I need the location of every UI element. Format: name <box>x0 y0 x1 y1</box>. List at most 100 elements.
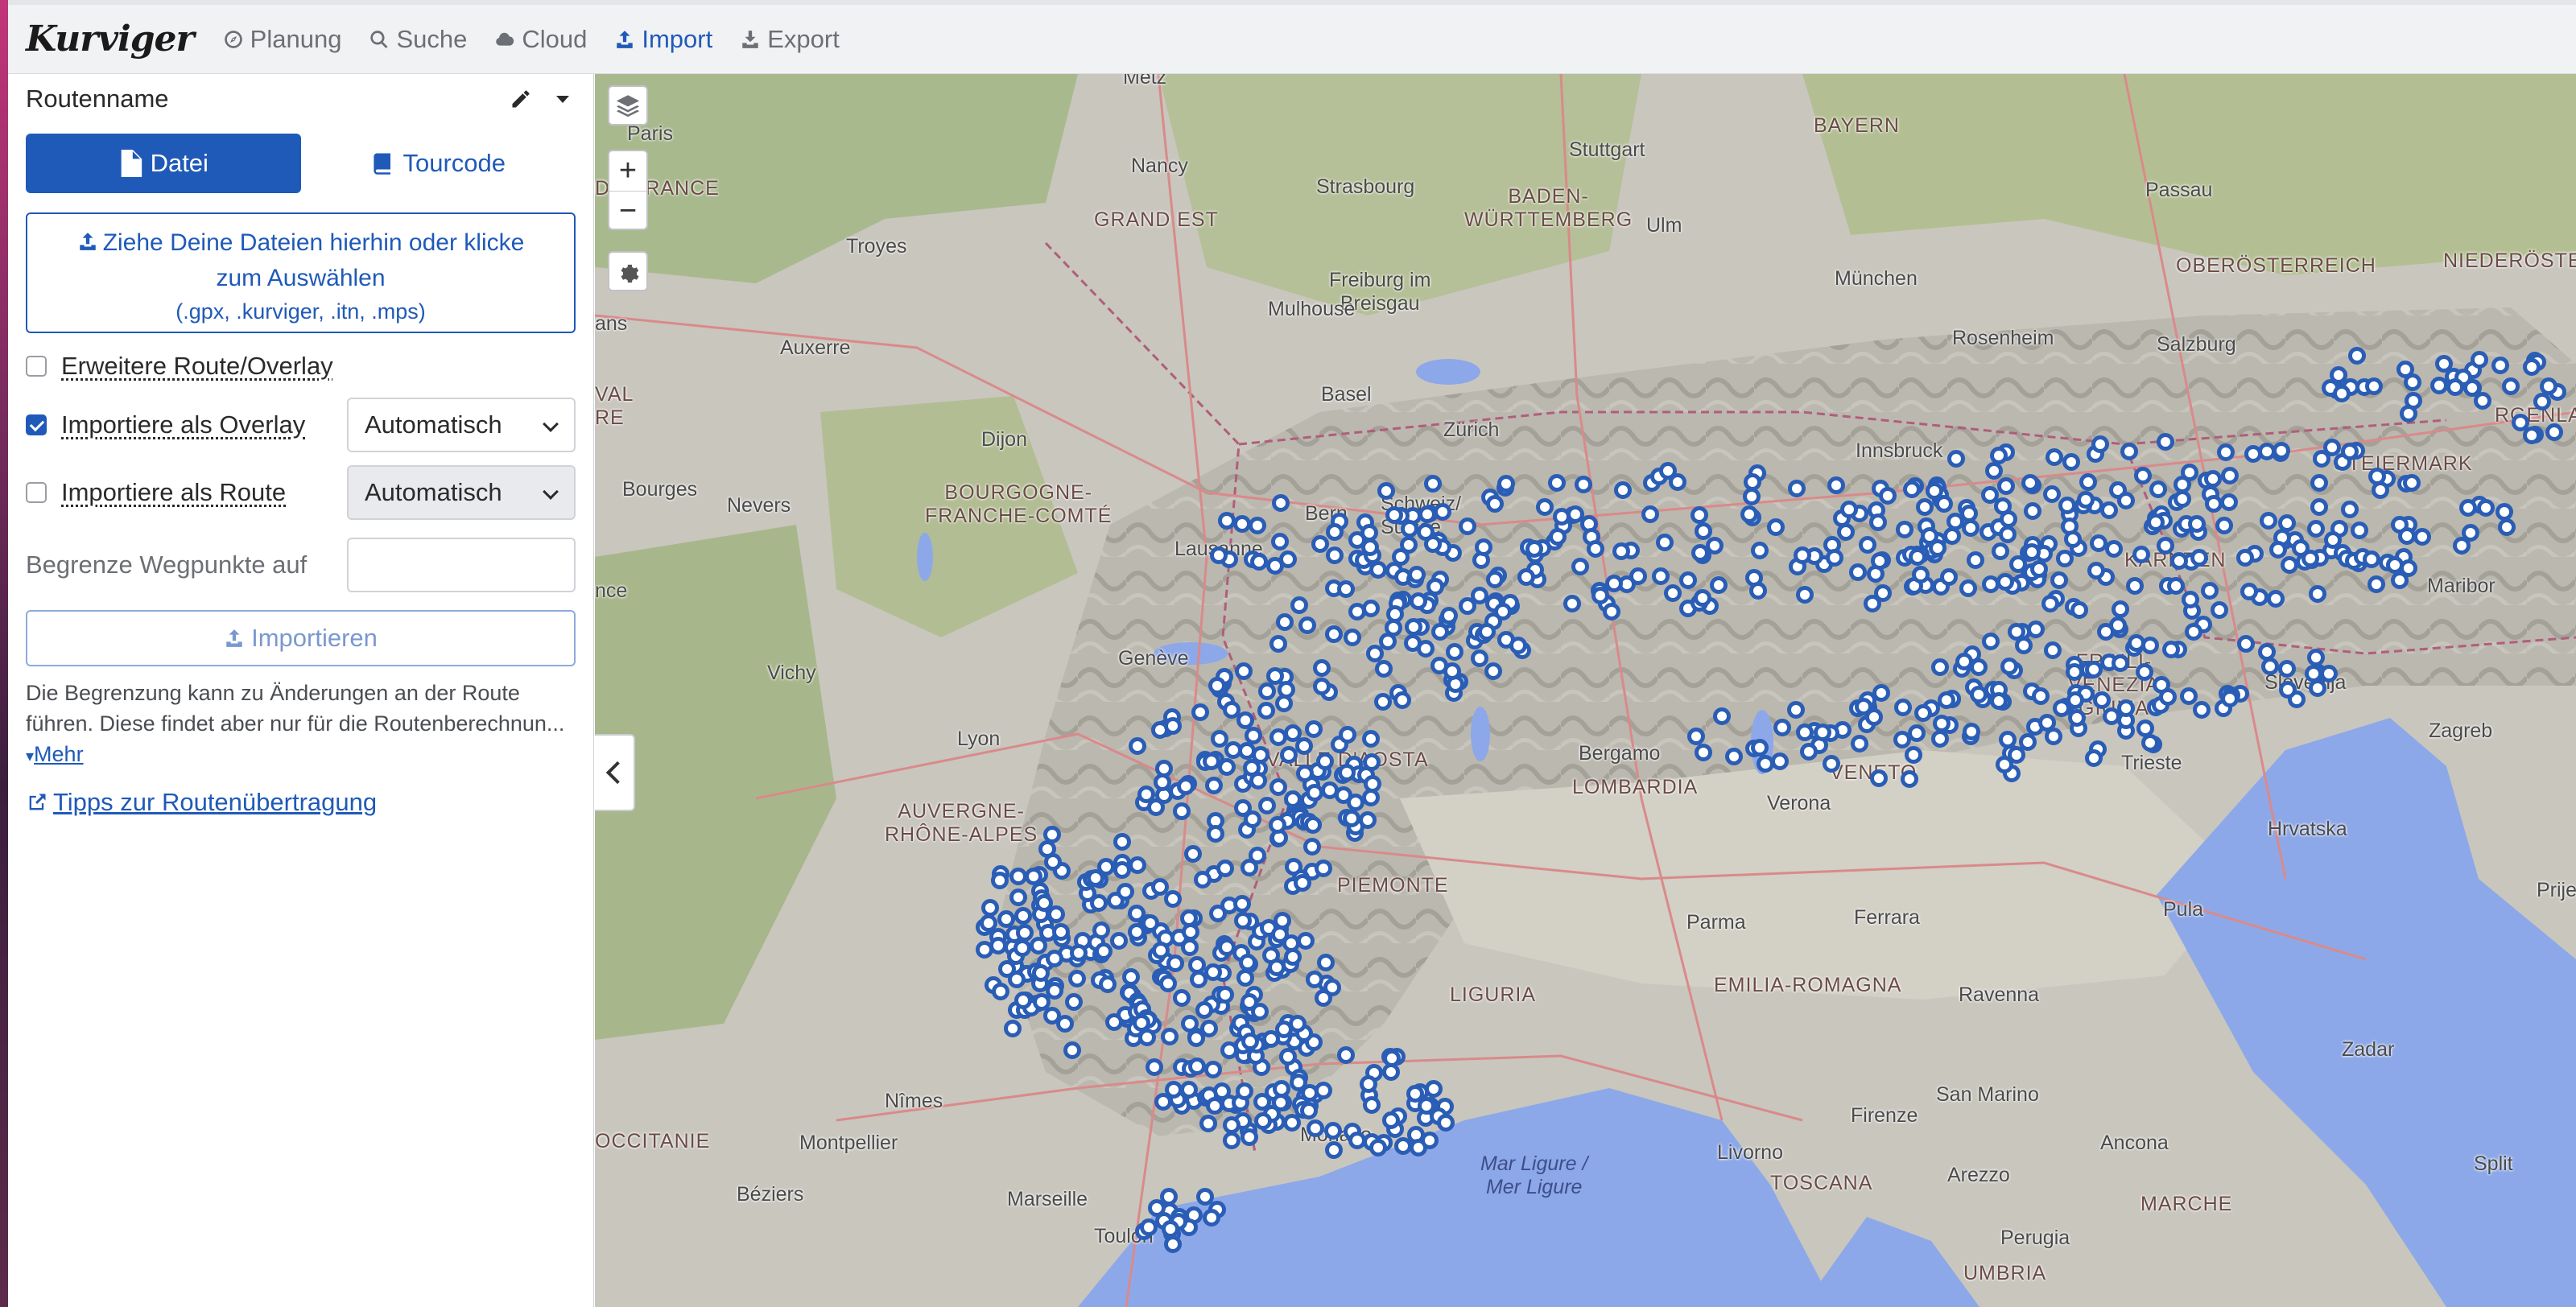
waypoint-marker[interactable] <box>2210 600 2228 619</box>
waypoint-marker[interactable] <box>1814 723 1832 741</box>
waypoint-marker[interactable] <box>1269 728 1287 746</box>
waypoint-marker[interactable] <box>1795 724 1814 742</box>
waypoint-marker[interactable] <box>1368 560 1387 579</box>
waypoint-marker[interactable] <box>1567 505 1585 523</box>
waypoint-marker[interactable] <box>1176 777 1195 796</box>
waypoint-marker[interactable] <box>2260 511 2278 530</box>
waypoint-marker[interactable] <box>1315 988 1333 1007</box>
waypoint-marker[interactable] <box>2041 594 2059 612</box>
waypoint-marker[interactable] <box>1655 534 1674 552</box>
waypoint-marker[interactable] <box>2308 678 2326 697</box>
waypoint-marker[interactable] <box>1766 517 1785 536</box>
waypoint-marker[interactable] <box>1959 579 1978 597</box>
waypoint-marker[interactable] <box>2055 550 2074 568</box>
extended-route-label[interactable]: Erweitere Route/Overlay <box>61 352 576 381</box>
waypoint-marker[interactable] <box>1113 832 1131 851</box>
waypoint-marker[interactable] <box>1348 603 1366 621</box>
waypoint-marker[interactable] <box>2220 689 2239 707</box>
waypoint-marker[interactable] <box>2413 528 2431 546</box>
layers-control[interactable] <box>608 85 648 126</box>
waypoint-marker[interactable] <box>1996 572 2014 591</box>
waypoint-marker[interactable] <box>1323 1122 1342 1140</box>
waypoint-marker[interactable] <box>2204 495 2223 513</box>
waypoint-marker[interactable] <box>1496 474 1515 493</box>
waypoint-marker[interactable] <box>990 871 1009 889</box>
waypoint-marker[interactable] <box>1998 526 2017 544</box>
waypoint-marker[interactable] <box>1248 846 1266 864</box>
waypoint-marker[interactable] <box>1604 574 1623 592</box>
waypoint-marker[interactable] <box>1180 938 1199 956</box>
waypoint-marker[interactable] <box>2100 501 2119 519</box>
waypoint-marker[interactable] <box>1067 970 1086 988</box>
route-menu-caret-icon[interactable] <box>556 95 569 103</box>
nav-suche[interactable]: Suche <box>369 25 467 54</box>
waypoint-marker[interactable] <box>1313 658 1331 677</box>
waypoint-marker[interactable] <box>2156 537 2174 555</box>
nav-export[interactable]: Export <box>740 25 840 54</box>
waypoint-marker[interactable] <box>1393 691 1411 710</box>
waypoint-marker[interactable] <box>2362 550 2380 568</box>
extended-route-checkbox[interactable] <box>26 356 47 377</box>
waypoint-marker[interactable] <box>1426 578 1444 596</box>
zoom-in-button[interactable]: + <box>609 151 646 191</box>
waypoint-marker[interactable] <box>1166 954 1184 973</box>
waypoint-marker[interactable] <box>1930 730 1949 748</box>
waypoint-marker[interactable] <box>1217 938 1236 957</box>
waypoint-marker[interactable] <box>1693 588 1711 607</box>
waypoint-marker[interactable] <box>1336 1045 1355 1064</box>
waypoint-marker[interactable] <box>1089 894 1108 913</box>
waypoint-marker[interactable] <box>2066 691 2084 710</box>
waypoint-marker[interactable] <box>1324 1140 1343 1159</box>
waypoint-marker[interactable] <box>1216 860 1234 877</box>
waypoint-marker[interactable] <box>1900 770 1918 789</box>
waypoint-marker[interactable] <box>1612 542 1630 561</box>
waypoint-marker[interactable] <box>1724 747 1743 765</box>
waypoint-marker[interactable] <box>2076 490 2095 509</box>
waypoint-marker[interactable] <box>2070 600 2089 619</box>
waypoint-marker[interactable] <box>1161 1219 1179 1238</box>
waypoint-marker[interactable] <box>1294 736 1313 755</box>
waypoint-marker[interactable] <box>1160 1028 1179 1046</box>
waypoint-marker[interactable] <box>1933 714 1951 732</box>
waypoint-marker[interactable] <box>1470 586 1488 604</box>
waypoint-marker[interactable] <box>1338 725 1356 744</box>
waypoint-marker[interactable] <box>1740 505 1759 523</box>
waypoint-marker[interactable] <box>1304 720 1323 739</box>
waypoint-marker[interactable] <box>1094 942 1113 961</box>
waypoint-marker[interactable] <box>1563 594 1581 612</box>
waypoint-marker[interactable] <box>1743 472 1761 491</box>
waypoint-marker[interactable] <box>1348 1132 1366 1150</box>
waypoint-marker[interactable] <box>2162 640 2181 658</box>
waypoint-marker[interactable] <box>1993 497 2012 516</box>
waypoint-marker[interactable] <box>2000 658 2018 676</box>
waypoint-marker[interactable] <box>1284 857 1302 876</box>
overlay-mode-select[interactable]: Automatisch <box>347 398 576 452</box>
waypoint-marker[interactable] <box>1218 511 1236 530</box>
waypoint-marker[interactable] <box>1751 738 1769 757</box>
waypoint-marker[interactable] <box>1348 531 1366 550</box>
waypoint-marker[interactable] <box>1334 786 1352 805</box>
waypoint-marker[interactable] <box>1268 959 1286 977</box>
waypoint-marker[interactable] <box>1443 662 1462 681</box>
waypoint-marker[interactable] <box>1173 802 1191 820</box>
waypoint-marker[interactable] <box>1249 771 1268 790</box>
waypoint-marker[interactable] <box>2522 357 2541 376</box>
waypoint-marker[interactable] <box>1070 943 1088 962</box>
waypoint-marker[interactable] <box>1165 1080 1183 1099</box>
waypoint-marker[interactable] <box>1232 514 1251 533</box>
waypoint-marker[interactable] <box>1133 1013 1151 1032</box>
waypoint-marker[interactable] <box>1586 540 1604 559</box>
waypoint-marker[interactable] <box>1241 992 1259 1011</box>
waypoint-marker[interactable] <box>1298 616 1316 634</box>
waypoint-marker[interactable] <box>1004 1019 1022 1037</box>
waypoint-marker[interactable] <box>2522 426 2541 444</box>
overlay-label[interactable]: Importiere als Overlay <box>61 410 347 439</box>
waypoint-marker[interactable] <box>2120 442 2138 460</box>
waypoint-marker[interactable] <box>2545 423 2563 441</box>
waypoint-marker[interactable] <box>1651 567 1670 586</box>
waypoint-marker[interactable] <box>2184 622 2202 641</box>
waypoint-marker[interactable] <box>1359 1074 1377 1093</box>
waypoint-marker[interactable] <box>1509 637 1527 655</box>
collapse-sidebar-button[interactable] <box>595 734 635 811</box>
nav-import[interactable]: Import <box>614 25 712 54</box>
